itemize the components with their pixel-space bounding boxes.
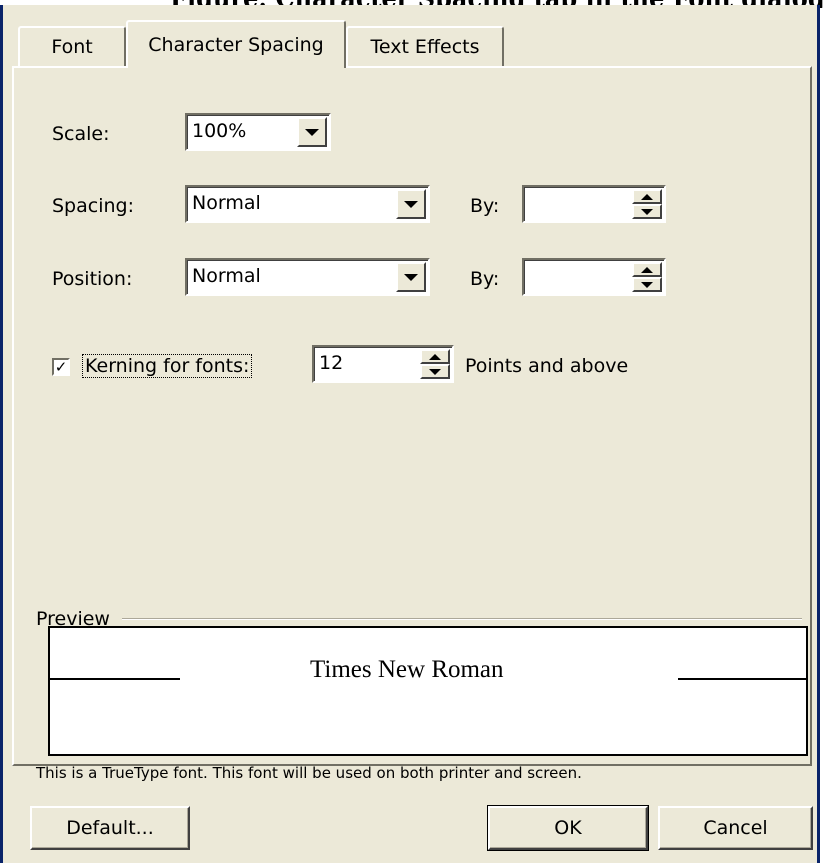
preview-sample-text: Times New Roman [310,656,504,683]
spacing-by-up-button[interactable] [632,189,662,204]
kerning-points-value: 12 [319,352,344,374]
spin-up-icon [641,193,653,200]
tab-font[interactable]: Font [18,26,126,66]
scale-dropdown-button[interactable] [297,117,327,147]
spacing-label: Spacing: [52,195,134,217]
spin-up-icon [641,266,653,273]
position-by-label: By: [470,268,500,290]
chevron-down-icon [305,128,319,136]
cancel-button[interactable]: Cancel [658,806,813,850]
chevron-down-icon [404,273,418,281]
spin-down-icon [429,368,441,375]
spin-up-icon [429,353,441,360]
preview-right-line [678,678,806,680]
checkmark-icon: ✓ [54,358,68,376]
spacing-by-label: By: [470,195,500,217]
scale-combobox[interactable]: 100% [185,113,331,151]
spin-down-icon [641,208,653,215]
position-dropdown-button[interactable] [396,262,426,292]
tab-font-label: Font [51,36,93,58]
tab-text-effects[interactable]: Text Effects [346,26,504,66]
default-button-label: Default... [66,817,154,839]
ok-button-label: OK [554,817,582,839]
spacing-dropdown-button[interactable] [396,189,426,219]
tab-strip: Font Character Spacing Text Effects [12,20,820,68]
preview-left-line [50,678,180,680]
kerning-suffix-label: Points and above [465,355,629,377]
ok-button[interactable]: OK [487,805,649,851]
kerning-points-spinner[interactable]: 12 [312,345,454,383]
position-by-up-button[interactable] [632,262,662,277]
spacing-value: Normal [192,192,261,214]
tab-character-spacing[interactable]: Character Spacing [126,20,346,68]
spin-down-icon [641,281,653,288]
default-button[interactable]: Default... [30,806,190,850]
tab-character-spacing-label: Character Spacing [148,34,324,56]
position-by-spinner[interactable] [522,258,666,296]
position-combobox[interactable]: Normal [185,258,430,296]
tab-text-effects-label: Text Effects [370,36,480,58]
scale-value: 100% [192,120,247,142]
spacing-by-down-button[interactable] [632,204,662,219]
kerning-up-button[interactable] [420,349,450,364]
preview-group-line [122,618,802,620]
spacing-combobox[interactable]: Normal [185,185,430,223]
scale-label: Scale: [52,123,110,145]
chevron-down-icon [404,200,418,208]
spacing-by-spinner[interactable] [522,185,666,223]
kerning-down-button[interactable] [420,364,450,379]
position-label: Position: [52,268,133,290]
cancel-button-label: Cancel [703,817,768,839]
preview-box: Times New Roman [48,626,808,756]
kerning-checkbox[interactable]: ✓ [52,358,70,376]
position-value: Normal [192,265,261,287]
kerning-label[interactable]: Kerning for fonts: [81,354,253,378]
font-info-note: This is a TrueType font. This font will … [36,764,582,782]
position-by-down-button[interactable] [632,277,662,292]
